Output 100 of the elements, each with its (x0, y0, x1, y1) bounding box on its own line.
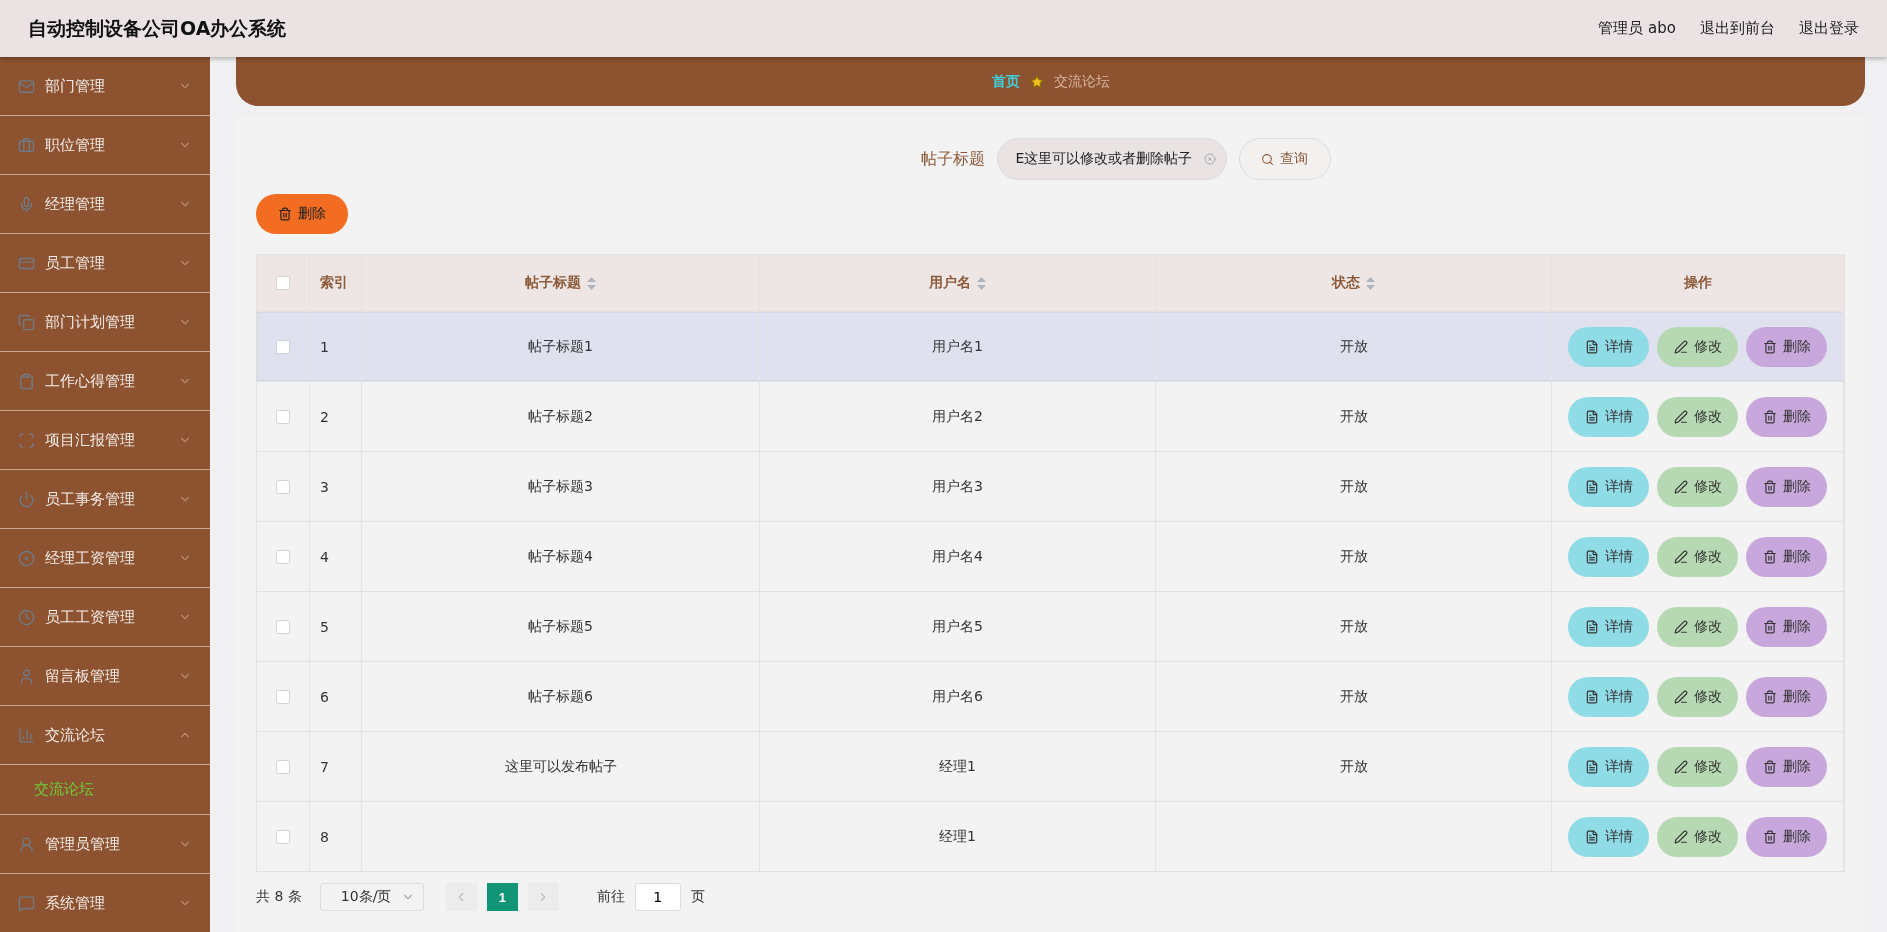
search-icon (1261, 152, 1274, 166)
sidebar-label: 员工管理 (45, 253, 106, 273)
delete-button[interactable]: 删除 (1746, 606, 1827, 647)
microphone-icon (18, 195, 35, 213)
trash-icon (1762, 339, 1777, 354)
row-checkbox[interactable] (276, 829, 290, 844)
table-cell: 用户名1 (932, 337, 983, 356)
table-cell: 用户名3 (932, 477, 983, 496)
delete-button[interactable]: 删除 (1746, 466, 1827, 507)
select-all-checkbox[interactable] (276, 276, 290, 290)
delete-button[interactable]: 删除 (1746, 746, 1827, 787)
edit-button[interactable]: 修改 (1657, 326, 1738, 367)
detail-button[interactable]: 详情 (1568, 746, 1649, 787)
pencil-icon (1673, 829, 1688, 844)
star-icon (1029, 74, 1044, 89)
sidebar-label: 留言板管理 (45, 666, 121, 686)
chat-icon (18, 894, 35, 912)
sidebar-label: 部门管理 (45, 76, 106, 96)
delete-button[interactable]: 删除 (1746, 326, 1827, 367)
table-cell: 这里可以发布帖子 (504, 757, 617, 776)
user-icon (18, 835, 35, 853)
table-cell: 经理1 (939, 757, 976, 776)
trash-icon (1762, 409, 1777, 424)
sidebar-label: 职位管理 (45, 135, 106, 155)
row-checkbox[interactable] (276, 689, 290, 704)
delete-button[interactable]: 删除 (1746, 536, 1827, 577)
next-page-button[interactable] (527, 883, 559, 911)
table-cell: 开放 (1339, 547, 1368, 566)
table-cell: 7 (320, 758, 329, 775)
search-field[interactable]: E这里可以修改或者删除帖子 (996, 138, 1227, 180)
edit-button[interactable]: 修改 (1657, 396, 1738, 437)
document-icon (1584, 479, 1599, 494)
row-checkbox[interactable] (276, 339, 290, 354)
disc-icon (18, 549, 35, 567)
trash-icon (1762, 619, 1777, 634)
table-cell: 用户名5 (932, 617, 983, 636)
search-input[interactable]: E这里可以修改或者删除帖子 (1013, 150, 1198, 168)
detail-button[interactable]: 详情 (1568, 606, 1649, 647)
detail-button[interactable]: 详情 (1568, 466, 1649, 507)
search-label: 帖子标题 (920, 148, 985, 170)
table-cell: 4 (320, 548, 329, 565)
edit-button[interactable]: 修改 (1657, 536, 1738, 577)
header-link[interactable]: 退出登录 (1799, 19, 1859, 38)
person-icon (18, 667, 35, 685)
frame-icon (18, 431, 35, 449)
document-icon (1584, 689, 1599, 704)
document-icon (1584, 619, 1599, 634)
sidebar-label: 经理管理 (45, 194, 106, 214)
breadcrumb-item[interactable]: 首页 (991, 72, 1020, 91)
edit-button[interactable]: 修改 (1657, 676, 1738, 717)
delete-button[interactable]: 删除 (1746, 676, 1827, 717)
table-cell: 用户名4 (932, 547, 983, 566)
edit-button[interactable]: 修改 (1657, 816, 1738, 857)
power-icon (18, 490, 35, 508)
detail-button[interactable]: 详情 (1568, 536, 1649, 577)
document-icon (1584, 549, 1599, 564)
page-size-select[interactable]: 10条/页 (319, 883, 424, 911)
table-cell: 开放 (1339, 687, 1368, 706)
edit-button[interactable]: 修改 (1657, 606, 1738, 647)
previous-page-button[interactable] (445, 883, 477, 911)
delete-button[interactable]: 删除 (1746, 816, 1827, 857)
detail-button[interactable]: 详情 (1568, 816, 1649, 857)
sort-icon[interactable] (1366, 276, 1375, 290)
trash-icon (1762, 689, 1777, 704)
row-checkbox[interactable] (276, 479, 290, 494)
row-checkbox[interactable] (276, 619, 290, 634)
delete-button[interactable]: 删除 (1746, 396, 1827, 437)
pencil-icon (1673, 619, 1688, 634)
total-count: 共 8 条 (256, 888, 302, 906)
sort-icon[interactable] (977, 276, 986, 290)
clock-icon (18, 608, 35, 626)
table-cell: 开放 (1339, 757, 1368, 776)
document-icon (1584, 759, 1599, 774)
page-button[interactable]: 1 (486, 883, 518, 911)
row-checkbox[interactable] (276, 549, 290, 564)
clear-icon[interactable] (1203, 153, 1216, 165)
row-checkbox[interactable] (276, 409, 290, 424)
sidebar-label: 部门计划管理 (45, 312, 136, 332)
goto-label: 前往 (596, 888, 625, 906)
edit-button[interactable]: 修改 (1657, 746, 1738, 787)
detail-button[interactable]: 详情 (1568, 396, 1649, 437)
document-icon (1584, 339, 1599, 354)
pencil-icon (1673, 339, 1688, 354)
document-icon (1584, 409, 1599, 424)
page-input[interactable]: 1 (634, 883, 681, 911)
header-link[interactable]: 退出到前台 (1700, 19, 1775, 38)
row-checkbox[interactable] (276, 759, 290, 774)
edit-button[interactable]: 修改 (1657, 466, 1738, 507)
detail-button[interactable]: 详情 (1568, 676, 1649, 717)
detail-button[interactable]: 详情 (1568, 326, 1649, 367)
trash-icon (1762, 479, 1777, 494)
sidebar-label: 系统管理 (45, 893, 106, 913)
pencil-icon (1673, 689, 1688, 704)
pencil-icon (1673, 409, 1688, 424)
search-button[interactable]: 查询 (1238, 138, 1331, 180)
breadcrumb-item[interactable]: 交流论坛 (1053, 72, 1110, 91)
mail-icon (18, 77, 35, 95)
sidebar-label: 员工事务管理 (45, 489, 136, 509)
sort-icon[interactable] (587, 276, 596, 290)
delete-button[interactable]: 删除 (256, 194, 348, 234)
